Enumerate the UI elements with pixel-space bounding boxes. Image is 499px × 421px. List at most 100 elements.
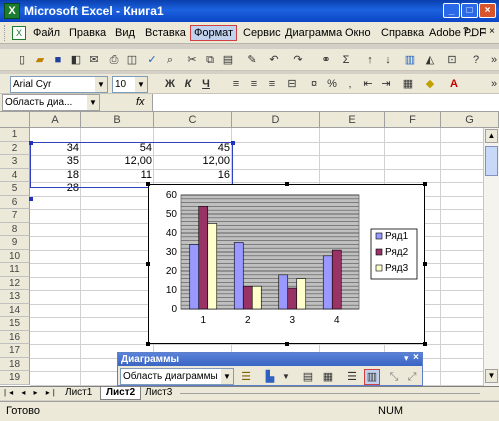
row-header[interactable]: 7: [0, 209, 30, 223]
chart-handle[interactable]: [146, 182, 150, 186]
close-button[interactable]: ×: [479, 3, 496, 18]
merge-center-icon[interactable]: ⊟: [284, 76, 300, 92]
sheet-tab-1[interactable]: Лист2: [100, 387, 142, 400]
italic-button[interactable]: К: [180, 76, 196, 92]
copy-icon[interactable]: ⧉: [202, 52, 218, 68]
font-color-icon[interactable]: A: [446, 76, 462, 92]
by-column-icon[interactable]: ▥: [364, 369, 380, 385]
chart-object-combo[interactable]: Область диаграммы ▼: [120, 368, 234, 385]
row-header[interactable]: 18: [0, 357, 30, 371]
chevron-down-icon[interactable]: ▼: [221, 369, 233, 384]
row-header[interactable]: 15: [0, 317, 30, 331]
select-all-corner[interactable]: [0, 112, 30, 128]
row-header[interactable]: 13: [0, 290, 30, 304]
column-header[interactable]: D: [232, 112, 320, 128]
menu-item-0[interactable]: Файл: [30, 25, 63, 41]
fill-color-icon[interactable]: ◆: [422, 76, 438, 92]
row-header[interactable]: 4: [0, 168, 30, 182]
column-header[interactable]: G: [441, 112, 499, 128]
menu-item-6[interactable]: Диаграмма: [282, 25, 345, 41]
redo-icon[interactable]: ↷: [290, 52, 306, 68]
open-icon[interactable]: ▰: [32, 52, 48, 68]
spelling-icon[interactable]: ✓: [144, 52, 160, 68]
chart-area[interactable]: 0 10 20 30 40 50 60 1 2 3 4 Ряд1 Ряд2 Ряд3: [148, 184, 425, 344]
menu-item-7[interactable]: Окно: [342, 25, 374, 41]
formula-input[interactable]: [152, 94, 499, 111]
align-left-icon[interactable]: ≡: [228, 76, 244, 92]
data-table-icon[interactable]: ▦: [320, 369, 336, 385]
chart-wizard-icon[interactable]: ▥: [402, 52, 418, 68]
help-icon[interactable]: ?: [468, 52, 484, 68]
chart-toolbar-title[interactable]: Диаграммы: [118, 353, 422, 366]
sheet-tab-0[interactable]: Лист1: [60, 387, 97, 400]
row-header[interactable]: 14: [0, 303, 30, 317]
row-header[interactable]: 12: [0, 276, 30, 290]
drawing-icon[interactable]: ◭: [422, 52, 438, 68]
chart-handle[interactable]: [285, 342, 289, 346]
row-header[interactable]: 3: [0, 155, 30, 169]
doc-restore-button[interactable]: □: [480, 26, 486, 37]
comma-style-icon[interactable]: ‚: [342, 76, 358, 92]
new-icon[interactable]: ▯: [14, 52, 30, 68]
bold-button[interactable]: Ж: [162, 76, 178, 92]
name-box[interactable]: Область диа... ▼: [2, 94, 100, 111]
print-preview-icon[interactable]: ◫: [124, 52, 140, 68]
borders-icon[interactable]: ▦: [400, 76, 416, 92]
menu-item-3[interactable]: Вставка: [142, 25, 189, 41]
column-header[interactable]: A: [30, 112, 81, 128]
row-header[interactable]: 5: [0, 182, 30, 196]
row-header[interactable]: 17: [0, 344, 30, 358]
scroll-thumb[interactable]: [485, 146, 498, 176]
sort-asc-icon[interactable]: ↑: [362, 52, 378, 68]
cut-icon[interactable]: ✂: [184, 52, 200, 68]
maximize-button[interactable]: □: [461, 3, 478, 18]
row-header[interactable]: 2: [0, 141, 30, 155]
row-header[interactable]: 16: [0, 330, 30, 344]
legend-icon[interactable]: ▤: [300, 369, 316, 385]
save-icon[interactable]: ■: [50, 52, 66, 68]
increase-indent-icon[interactable]: ⇥: [378, 76, 394, 92]
row-header[interactable]: 8: [0, 222, 30, 236]
range-handle[interactable]: [29, 141, 33, 145]
currency-icon[interactable]: ¤: [306, 76, 322, 92]
fx-label[interactable]: fx: [136, 96, 145, 108]
percent-icon[interactable]: %: [324, 76, 340, 92]
range-handle[interactable]: [29, 197, 33, 201]
column-header[interactable]: F: [385, 112, 441, 128]
help-question-label[interactable]: ?: [463, 26, 469, 37]
chart-handle[interactable]: [423, 182, 427, 186]
menu-item-2[interactable]: Вид: [112, 25, 138, 41]
column-header[interactable]: C: [154, 112, 232, 128]
chevron-down-icon[interactable]: ▼: [95, 77, 107, 92]
menu-item-8[interactable]: Справка: [378, 25, 427, 41]
toolbar-menu-icon[interactable]: ▾: [404, 353, 409, 364]
chart-toolbar[interactable]: Диаграммы ▾ × Область диаграммы ▼ ☰ ▙ ▼ …: [117, 352, 423, 386]
toolbar-options-icon[interactable]: »: [486, 76, 499, 92]
chart-handle[interactable]: [146, 342, 150, 346]
font-size-combo[interactable]: 10 ▼: [112, 76, 148, 93]
row-header[interactable]: 11: [0, 263, 30, 277]
font-name-combo[interactable]: Arial Cyr ▼: [10, 76, 108, 93]
column-header[interactable]: E: [320, 112, 385, 128]
toolbar-close-icon[interactable]: ×: [413, 352, 419, 363]
vertical-scrollbar[interactable]: ▲ ▼: [483, 128, 499, 386]
row-header[interactable]: 9: [0, 236, 30, 250]
minimize-button[interactable]: _: [443, 3, 460, 18]
menu-item-4[interactable]: Формат: [190, 25, 238, 41]
chart-handle[interactable]: [423, 262, 427, 266]
zoom-icon[interactable]: ⊡: [444, 52, 460, 68]
menu-item-1[interactable]: Правка: [66, 25, 109, 41]
sort-desc-icon[interactable]: ↓: [380, 52, 396, 68]
tab-scroll-buttons[interactable]: |◂ ◂ ▸ ▸|: [4, 388, 58, 397]
research-icon[interactable]: ⌕: [162, 52, 178, 68]
chart-handle[interactable]: [285, 182, 289, 186]
autosum-icon[interactable]: Σ: [338, 52, 354, 68]
chevron-down-icon[interactable]: ▼: [87, 95, 99, 110]
chevron-down-icon[interactable]: ▼: [278, 369, 294, 385]
by-row-icon[interactable]: ☰: [344, 369, 360, 385]
underline-button[interactable]: Ч: [198, 76, 214, 92]
workbook-icon[interactable]: X: [12, 26, 26, 40]
angle-text-up-icon[interactable]: ⤢: [404, 369, 420, 385]
chart-type-icon[interactable]: ▙: [262, 369, 278, 385]
chart-handle[interactable]: [423, 342, 427, 346]
